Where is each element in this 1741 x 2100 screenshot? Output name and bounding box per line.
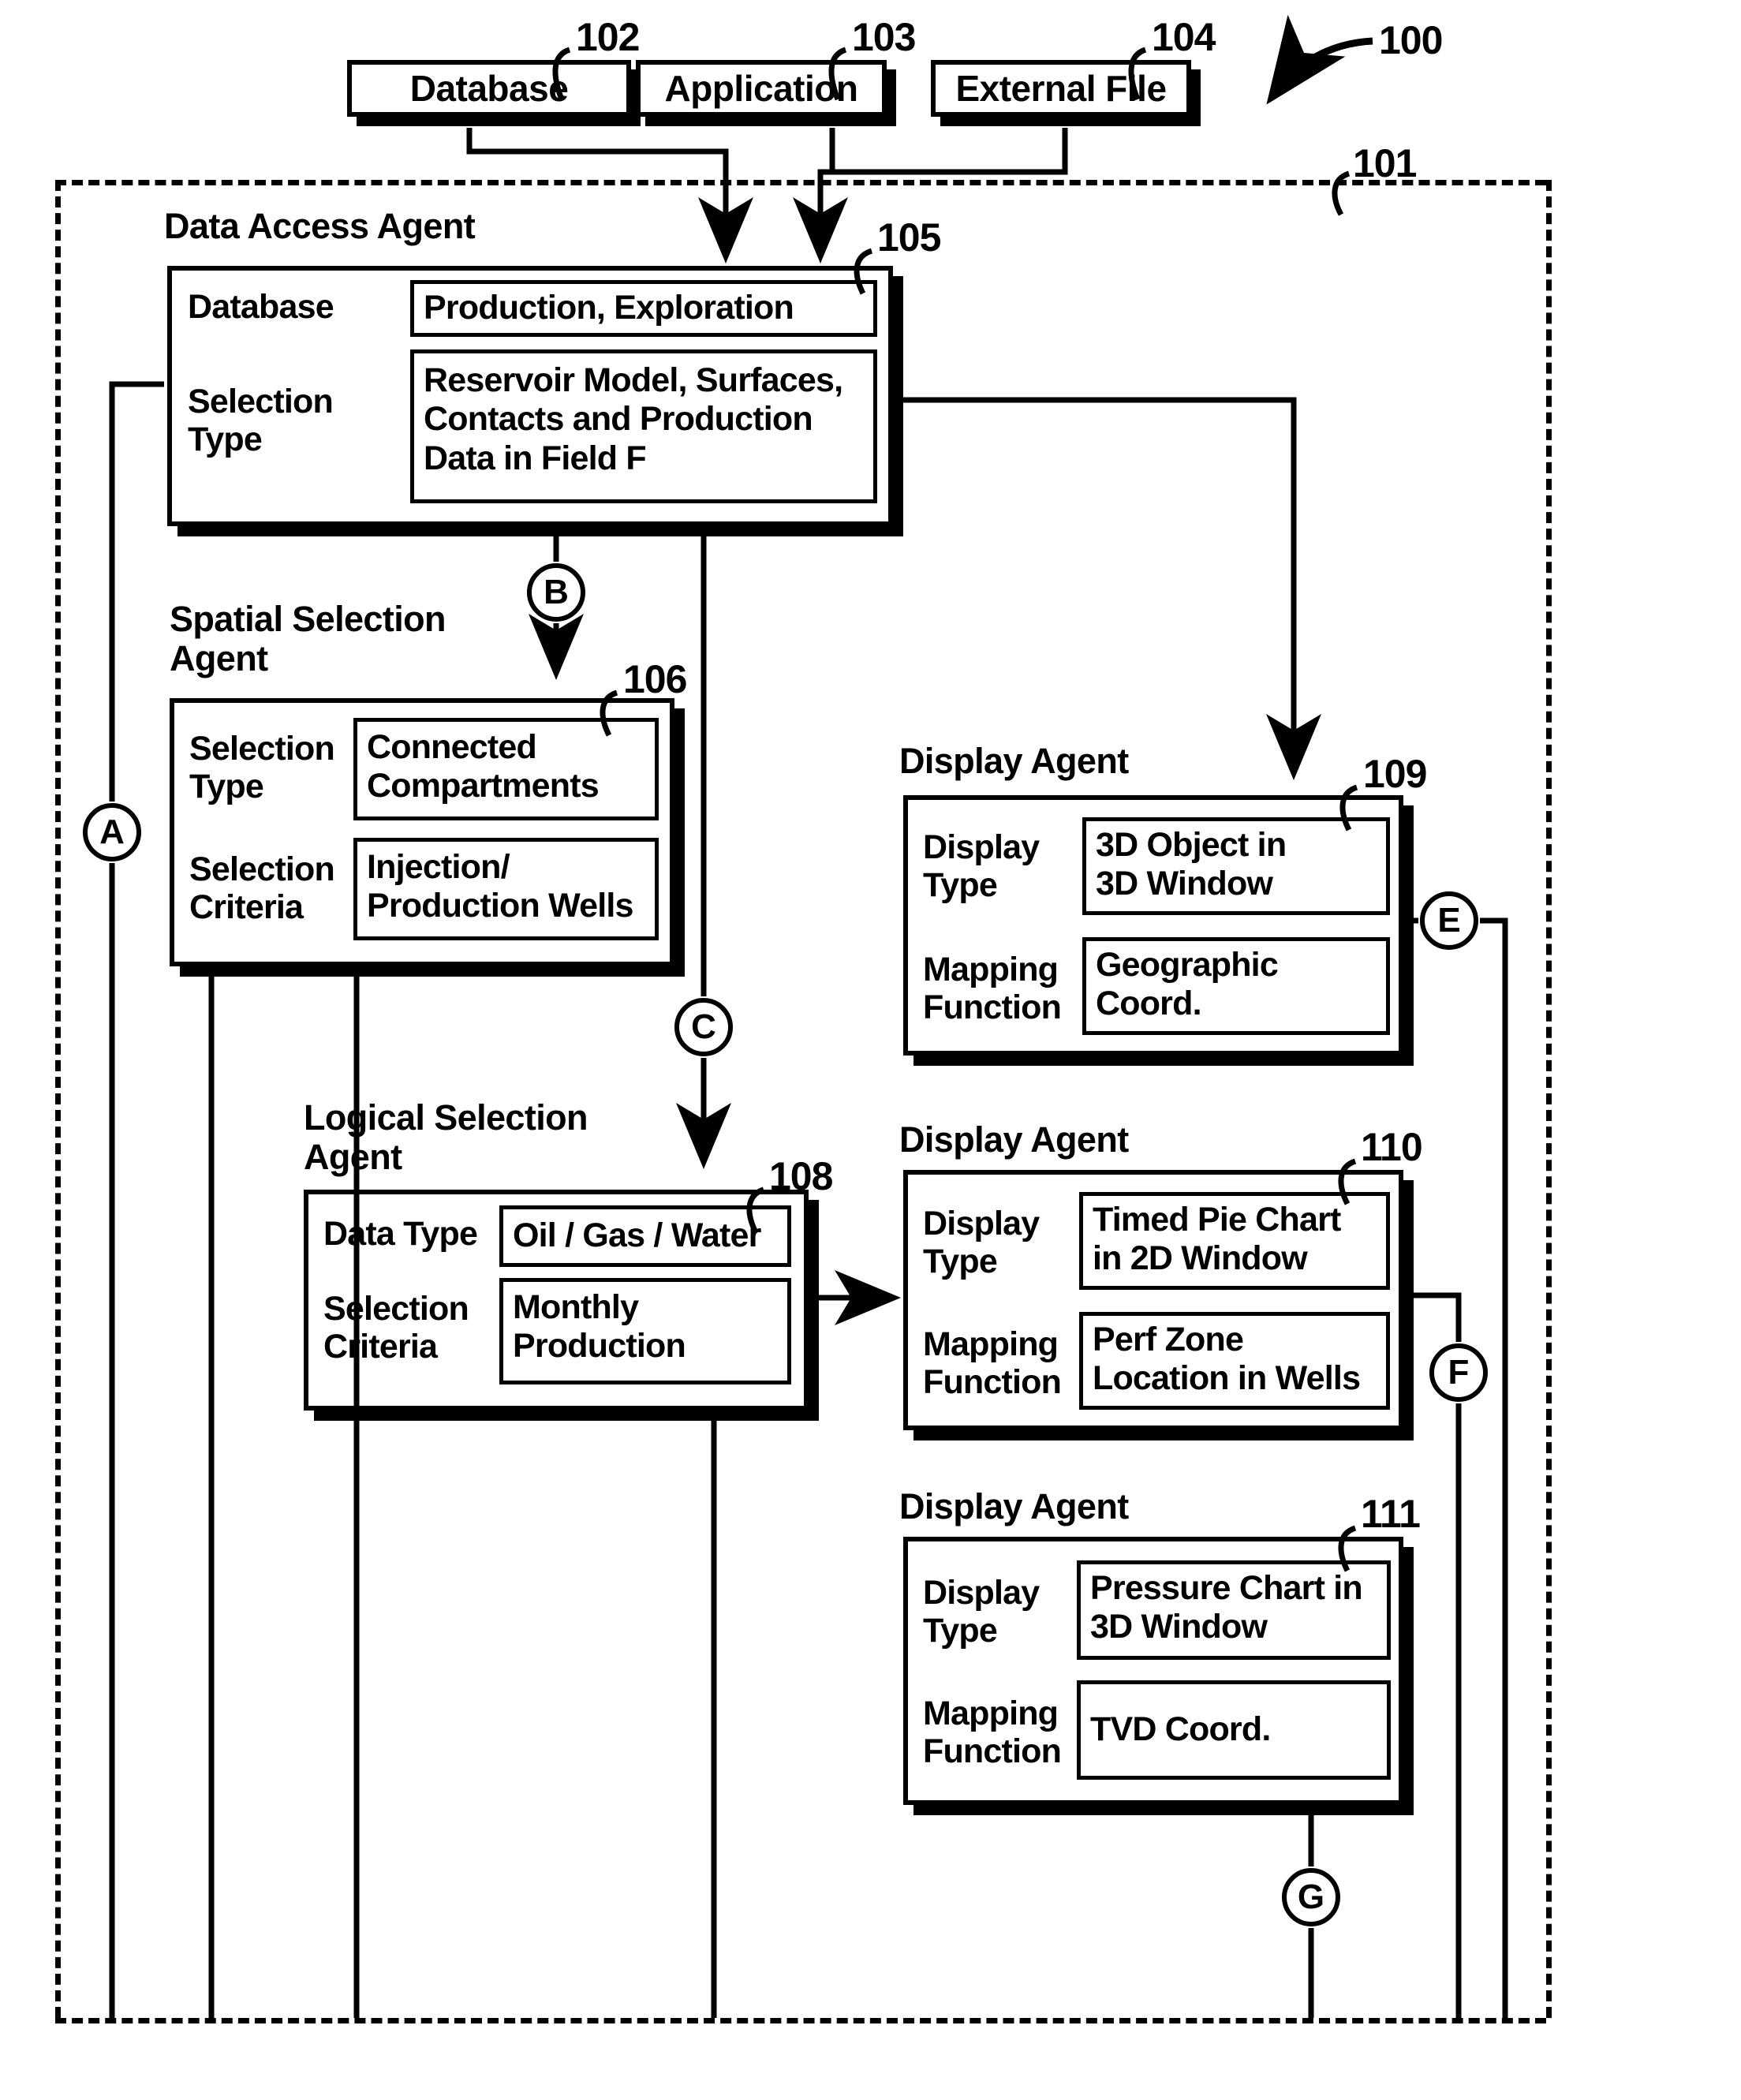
row-value-109-display-type: 3D Object in 3D Window [1082, 817, 1390, 915]
connector-label-a: A [99, 813, 125, 851]
agent-title-display-110: Display Agent [899, 1119, 1129, 1160]
source-label-application: Application [664, 68, 858, 109]
system-boundary-right [1546, 180, 1552, 2018]
row-value-logical-data-type: Oil / Gas / Water [499, 1205, 791, 1267]
row-label-spatial-selection-criteria: Selection Criteria [189, 850, 335, 927]
row-value-110-mapping-function: Perf Zone Location in Wells [1079, 1312, 1390, 1410]
agent-title-display-111: Display Agent [899, 1486, 1129, 1526]
agent-title-data-access: Data Access Agent [164, 206, 476, 246]
row-label-110-mapping-function: Mapping Function [923, 1325, 1062, 1402]
row-value-110-display-type: Timed Pie Chart in 2D Window [1079, 1192, 1390, 1290]
reference-numeral-109: 109 [1363, 752, 1427, 796]
row-label-109-mapping-function: Mapping Function [923, 951, 1062, 1027]
line-application-to-data-access [793, 128, 848, 263]
reference-numeral-110: 110 [1361, 1125, 1423, 1169]
row-value-109-mapping-function: Geographic Coord. [1082, 937, 1390, 1035]
reference-numeral-105: 105 [877, 215, 941, 260]
row-label-spatial-selection-type: Selection Type [189, 730, 335, 806]
system-boundary-top [55, 180, 1546, 185]
connector-label-f: F [1448, 1353, 1470, 1392]
agent-title-spatial-selection: Spatial Selection Agent [170, 599, 446, 679]
source-box-external-file: External File [931, 60, 1191, 117]
row-value-spatial-selection-type: Connected Compartments [353, 718, 659, 820]
connector-label-e: E [1437, 901, 1461, 940]
reference-numeral-100: 100 [1379, 18, 1443, 62]
row-label-109-display-type: Display Type [923, 828, 1040, 905]
source-label-database: Database [409, 68, 569, 109]
row-label-logical-selection-criteria: Selection Criteria [323, 1290, 469, 1366]
connector-circle-b: B [527, 563, 585, 622]
row-label-111-mapping-function: Mapping Function [923, 1695, 1062, 1771]
connector-label-c: C [691, 1007, 716, 1046]
row-label-data-access-selection-type: Selection Type [188, 383, 334, 459]
connector-circle-f: F [1429, 1343, 1488, 1402]
reference-numeral-104: 104 [1152, 15, 1216, 59]
row-value-111-display-type: Pressure Chart in 3D Window [1077, 1560, 1391, 1660]
row-value-logical-selection-criteria: Monthly Production [499, 1278, 791, 1384]
row-label-logical-data-type: Data Type [323, 1215, 478, 1253]
source-box-application: Application [636, 60, 887, 117]
row-value-spatial-selection-criteria: Injection/ Production Wells [353, 838, 659, 940]
reference-numeral-106: 106 [623, 657, 687, 701]
system-boundary-bottom [55, 2018, 1546, 2023]
connector-circle-e: E [1420, 891, 1478, 950]
reference-numeral-111: 111 [1361, 1492, 1421, 1536]
row-label-110-display-type: Display Type [923, 1205, 1040, 1281]
agent-title-logical-selection: Logical Selection Agent [304, 1097, 588, 1178]
connector-label-g: G [1297, 1878, 1325, 1916]
flow-lines-e [1407, 917, 1508, 2018]
connector-circle-g: G [1282, 1868, 1340, 1926]
source-box-database: Database [347, 60, 631, 117]
system-boundary-left [55, 180, 61, 2018]
connector-label-b: B [544, 573, 569, 611]
line-external-file-to-data-access [820, 128, 1068, 175]
row-label-data-access-database: Database [188, 288, 334, 326]
leader-100-arrow [1266, 14, 1373, 105]
row-value-data-access-selection-type: Reservoir Model, Surfaces, Contacts and … [410, 349, 877, 503]
agent-title-display-109: Display Agent [899, 741, 1129, 781]
line-e-out [1480, 917, 1508, 2018]
flow-lines-a [109, 381, 164, 2018]
line-data-access-to-display-109 [898, 397, 1321, 780]
patent-figure-canvas: Database Application External File 102 1… [0, 0, 1741, 2100]
line-f-in [1407, 1292, 1462, 1342]
connector-circle-c: C [674, 998, 733, 1056]
row-value-data-access-database: Production, Exploration [410, 280, 877, 337]
connector-circle-a: A [83, 803, 141, 861]
line-a-upper [109, 381, 164, 802]
row-label-111-display-type: Display Type [923, 1574, 1040, 1650]
flow-line-data-access-to-109 [898, 397, 1321, 780]
flow-lines-f [1407, 1292, 1462, 2018]
row-value-111-mapping-function: TVD Coord. [1077, 1680, 1391, 1780]
source-label-external-file: External File [955, 68, 1167, 109]
line-database-to-data-access [466, 128, 753, 263]
reference-numeral-103: 103 [852, 15, 916, 59]
reference-numeral-102: 102 [576, 15, 640, 59]
source-to-data-access-lines [466, 128, 1068, 263]
